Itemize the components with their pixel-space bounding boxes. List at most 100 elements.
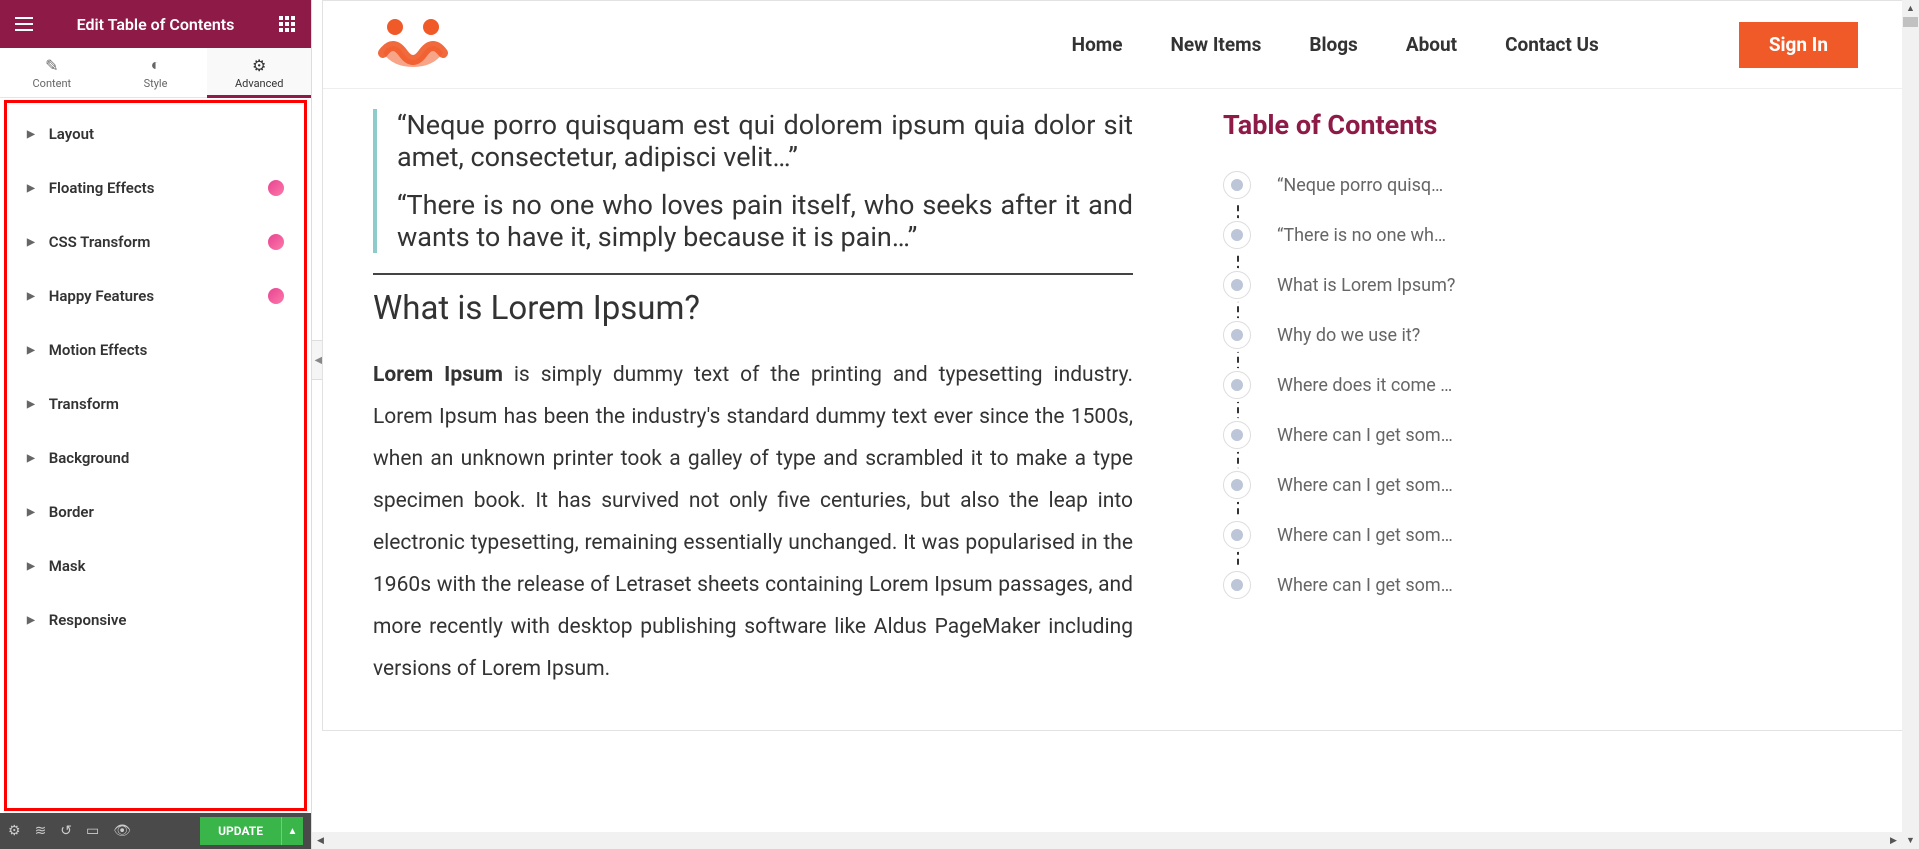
caret-right-icon: ▶: [27, 129, 35, 140]
section-label: CSS Transform: [49, 233, 151, 251]
update-button[interactable]: UPDATE: [200, 817, 281, 845]
editor-header: Edit Table of Contents: [0, 0, 311, 48]
caret-right-icon: ▶: [27, 507, 35, 518]
section-label: Mask: [49, 557, 86, 575]
scroll-left-arrow-icon[interactable]: ◀: [312, 832, 329, 849]
editor-title: Edit Table of Contents: [34, 15, 277, 34]
toc-item-label: Where does it come …: [1277, 375, 1452, 396]
section-happy-features[interactable]: ▶Happy Features: [11, 273, 300, 319]
section-transform[interactable]: ▶Transform: [11, 381, 300, 427]
toc-bullet-icon: [1223, 321, 1251, 349]
toc-item[interactable]: Where can I get som…: [1223, 571, 1523, 599]
section-label: Border: [49, 503, 94, 521]
toc-item-label: “There is no one wh…: [1277, 225, 1446, 246]
update-options-icon[interactable]: ▲: [281, 817, 303, 845]
scroll-right-arrow-icon[interactable]: ▶: [1885, 832, 1902, 849]
preview-icon[interactable]: 👁: [113, 823, 131, 839]
toc-item-label: “Neque porro quisq…: [1277, 175, 1443, 196]
tab-content-label: Content: [33, 77, 72, 90]
article-body-bold: Lorem Ipsum: [373, 363, 503, 387]
page-body: “Neque porro quisquam est qui dolorem ip…: [323, 89, 1908, 730]
scroll-thumb[interactable]: [1903, 17, 1918, 27]
toc-item[interactable]: “Neque porro quisq…: [1223, 171, 1523, 199]
vertical-scrollbar[interactable]: ▲ ▼: [1902, 0, 1919, 849]
toc-bullet-icon: [1223, 521, 1251, 549]
toc-item[interactable]: “There is no one wh…: [1223, 221, 1523, 249]
tab-style-label: Style: [144, 77, 168, 90]
toc-item-label: Where can I get som…: [1277, 525, 1453, 546]
section-label: Background: [49, 449, 130, 467]
caret-right-icon: ▶: [27, 237, 35, 248]
toc-title: Table of Contents: [1223, 109, 1523, 141]
pencil-icon: ✎: [45, 56, 58, 75]
toc-item-label: Why do we use it?: [1277, 325, 1420, 346]
article-heading: What is Lorem Ipsum?: [373, 289, 1133, 328]
happy-badge-icon: [268, 288, 284, 304]
editor-footer: ⚙ ≋ ↺ ▭ 👁 UPDATE ▲: [0, 813, 311, 849]
caret-right-icon: ▶: [27, 561, 35, 572]
section-background[interactable]: ▶ Background: [11, 435, 300, 481]
toc-widget: Table of Contents “Neque porro quisq… “T…: [1223, 109, 1523, 690]
nav-home[interactable]: Home: [1072, 33, 1123, 56]
settings-icon[interactable]: ⚙: [8, 823, 21, 839]
nav-blogs[interactable]: Blogs: [1309, 33, 1358, 56]
tab-content[interactable]: ✎ Content: [0, 48, 104, 97]
scroll-up-arrow-icon[interactable]: ▲: [1902, 0, 1919, 17]
caret-right-icon: ▶: [27, 453, 35, 464]
toc-bullet-icon: [1223, 371, 1251, 399]
site-header: Home New Items Blogs About Contact Us Si…: [323, 1, 1908, 89]
section-mask[interactable]: ▶ Mask: [11, 543, 300, 589]
scroll-down-arrow-icon[interactable]: ▼: [1902, 832, 1919, 849]
navigator-icon[interactable]: ≋: [35, 823, 47, 839]
toc-bullet-icon: [1223, 471, 1251, 499]
happy-badge-icon: [268, 234, 284, 250]
tab-style[interactable]: ◐ Style: [104, 48, 208, 97]
sign-in-button[interactable]: Sign In: [1739, 22, 1858, 68]
separator: [373, 273, 1133, 275]
gear-icon: ⚙: [252, 56, 266, 75]
article: “Neque porro quisquam est qui dolorem ip…: [373, 109, 1133, 690]
section-border[interactable]: ▶ Border: [11, 489, 300, 535]
toc-item[interactable]: Where can I get som…: [1223, 521, 1523, 549]
nav-about[interactable]: About: [1406, 33, 1457, 56]
history-icon[interactable]: ↺: [60, 823, 72, 839]
widgets-grid-icon[interactable]: [277, 14, 297, 34]
toc-item[interactable]: Where does it come …: [1223, 371, 1523, 399]
caret-right-icon: ▶: [27, 183, 35, 194]
toc-bullet-icon: [1223, 221, 1251, 249]
preview-scroll[interactable]: Home New Items Blogs About Contact Us Si…: [312, 0, 1919, 849]
menu-icon[interactable]: [14, 14, 34, 34]
section-motion-effects[interactable]: ▶Motion Effects: [11, 327, 300, 373]
toc-item[interactable]: What is Lorem Ipsum?: [1223, 271, 1523, 299]
toc-bullet-icon: [1223, 571, 1251, 599]
caret-right-icon: ▶: [27, 615, 35, 626]
toc-item-label: Where can I get som…: [1277, 575, 1453, 596]
toc-item-label: What is Lorem Ipsum?: [1277, 275, 1455, 296]
horizontal-scrollbar[interactable]: ◀ ▶: [312, 832, 1902, 849]
quote-text-1: “Neque porro quisquam est qui dolorem ip…: [397, 109, 1133, 173]
happy-badge-icon: [268, 180, 284, 196]
contrast-icon: ◐: [151, 55, 161, 75]
section-layout[interactable]: ▶Layout: [11, 111, 300, 157]
preview-pane: Home New Items Blogs About Contact Us Si…: [312, 0, 1919, 849]
toc-item[interactable]: Why do we use it?: [1223, 321, 1523, 349]
tab-advanced[interactable]: ⚙ Advanced: [207, 48, 311, 97]
toc-item-label: Where can I get som…: [1277, 475, 1453, 496]
nav-new-items[interactable]: New Items: [1171, 33, 1262, 56]
toc-bullet-icon: [1223, 171, 1251, 199]
site-logo[interactable]: [373, 17, 453, 73]
logo-icon: [373, 17, 453, 73]
section-responsive[interactable]: ▶Responsive: [11, 597, 300, 643]
caret-right-icon: ▶: [27, 291, 35, 302]
section-floating-effects[interactable]: ▶Floating Effects: [11, 165, 300, 211]
update-group: UPDATE ▲: [200, 817, 303, 845]
article-body: Lorem Ipsum is simply dummy text of the …: [373, 354, 1133, 690]
responsive-icon[interactable]: ▭: [86, 823, 99, 839]
section-css-transform[interactable]: ▶ CSS Transform: [11, 219, 300, 265]
toc-item[interactable]: Where can I get som…: [1223, 471, 1523, 499]
section-label: Motion Effects: [49, 341, 148, 359]
editor-panel: Edit Table of Contents ✎ Content ◐ Style…: [0, 0, 312, 849]
caret-right-icon: ▶: [27, 399, 35, 410]
nav-contact[interactable]: Contact Us: [1505, 33, 1599, 56]
toc-item[interactable]: Where can I get som…: [1223, 421, 1523, 449]
